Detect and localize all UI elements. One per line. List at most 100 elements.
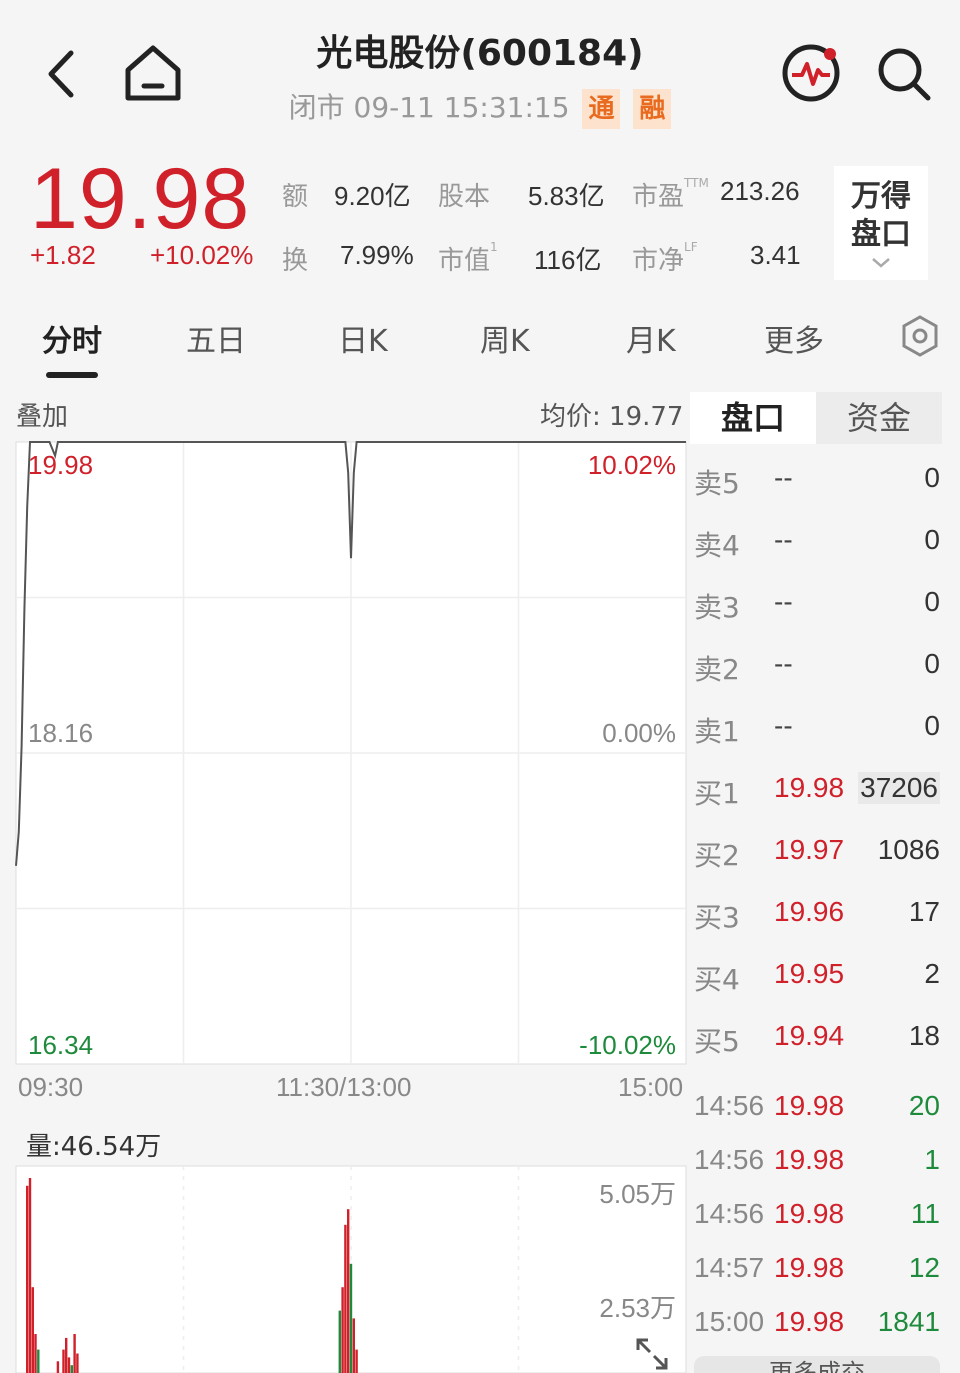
trade-time: 14:56 [694,1144,765,1175]
bid-row: 买5 19.94 18 [694,1020,940,1060]
stat-label-pe: 市盈TTM [632,176,709,213]
price-change: +1.82 [30,240,96,270]
y-axis-mid-label: 18.16 [28,718,94,748]
ask-qty: 0 [924,524,940,555]
ask-row: 卖3 -- 0 [694,586,940,626]
orderbook-tabs: 盘口 资金 [690,392,942,444]
intraday-chart[interactable] [0,430,690,1373]
time-label-midday: 11:30/13:00 [276,1072,412,1102]
expand-chart-button[interactable] [634,1336,670,1372]
volume-label: 量:46.54万 [26,1132,162,1162]
bid-price: 19.95 [774,958,845,989]
trade-price: 19.98 [774,1144,845,1175]
stat-label-amount: 额 [282,182,309,212]
volume-bar [341,1287,344,1373]
ask-label: 卖1 [694,715,740,748]
bid-price: 19.98 [774,772,845,803]
volume-bar [338,1310,341,1373]
stat-value-shares: 5.83亿 [528,181,605,211]
tab-intraday[interactable]: 分时 [42,316,102,360]
volume-bar [76,1353,79,1373]
search-button[interactable] [874,44,934,104]
bid-label: 买4 [694,963,740,996]
wind-button-line2: 盘口 [851,217,911,252]
bid-price: 19.97 [774,834,845,865]
pct-axis-mid-label: 0.00% [602,718,676,748]
trade-volume: 1 [924,1144,940,1175]
stat-label-turnover: 换 [282,246,309,276]
volume-bar [347,1209,350,1373]
ask-price: -- [774,524,793,555]
badge-rong[interactable]: 融 [633,89,672,129]
stat-label-pb-sup: LF [684,240,698,254]
tab-monthly-k[interactable]: 月K [626,316,676,360]
bid-row: 买4 19.95 2 [694,958,940,998]
tab-more[interactable]: 更多 [764,316,824,360]
volume-bar [70,1365,73,1373]
bid-row: 买1 19.98 37206 [694,772,940,812]
trade-time: 15:00 [694,1306,765,1337]
bid-qty: 1086 [877,834,940,865]
price-change-pct: +10.02% [150,240,254,270]
trade-volume: 20 [908,1090,940,1121]
alert-button[interactable] [780,42,842,104]
ask-label: 卖4 [694,529,740,562]
volume-bar [62,1349,65,1373]
stat-value-pe: 213.26 [720,176,800,206]
wind-button-line1: 万得 [851,179,911,214]
stat-value-mktcap: 116亿 [534,245,602,275]
chevron-down-icon [872,258,890,268]
bid-qty: 17 [908,896,940,927]
trade-volume: 11 [910,1198,940,1229]
trade-price: 19.98 [774,1198,845,1229]
ask-label: 卖2 [694,653,740,686]
tab-daily-k[interactable]: 日K [338,316,388,360]
tab-five-day[interactable]: 五日 [186,316,246,360]
badge-tong[interactable]: 通 [582,89,621,129]
volume-bar [355,1349,358,1373]
ask-row: 卖1 -- 0 [694,710,940,750]
stat-label-shares: 股本 [438,182,491,212]
volume-bar [349,1263,353,1373]
stat-value-pb: 3.41 [750,240,801,270]
bid-price: 19.96 [774,896,845,927]
trade-price: 19.98 [774,1090,845,1121]
expand-icon [636,1338,668,1370]
volume-bar [67,1357,71,1373]
tab-orderbook[interactable]: 盘口 [690,392,816,444]
time-label-close: 15:00 [618,1072,684,1102]
trade-row: 14:56 19.98 1 [694,1144,940,1184]
market-status-text: 闭市 09-11 15:31:15 [288,91,570,124]
volume-bar [37,1349,40,1373]
overlay-button[interactable]: 叠加 [16,396,68,433]
more-trades-button[interactable]: 更多成交 [694,1356,940,1373]
pulse-alert-icon [782,44,840,102]
trade-row: 14:57 19.98 12 [694,1252,940,1292]
tab-weekly-k[interactable]: 周K [480,316,530,360]
ask-row: 卖2 -- 0 [694,648,940,688]
trade-row: 15:00 19.98 1841 [694,1306,940,1346]
time-label-open: 09:30 [18,1072,84,1102]
chart-period-tabs: 分时 五日 日K 周K 月K 更多 [0,300,960,380]
trade-row: 14:56 19.98 20 [694,1090,940,1130]
volume-bar [56,1361,60,1373]
ask-price: -- [774,648,793,679]
ask-row: 卖5 -- 0 [694,462,940,502]
bid-row: 买2 19.97 1086 [694,834,940,874]
tab-capital-flow[interactable]: 资金 [816,392,942,444]
ask-price: -- [774,462,793,493]
wind-orderbook-button[interactable]: 万得 盘口 [834,166,928,280]
ask-label: 卖5 [694,467,740,500]
trade-row: 14:56 19.98 11 [694,1198,940,1238]
stat-value-amount: 9.20亿 [334,181,411,211]
bid-price: 19.94 [774,1020,845,1051]
stat-label-mktcap-text: 市值 [438,246,491,276]
chart-settings-button[interactable] [900,314,940,358]
trade-volume: 12 [908,1252,940,1283]
pct-axis-top-label: 10.02% [587,450,676,480]
volume-bar [28,1178,32,1373]
trade-price: 19.98 [774,1306,845,1337]
bid-qty: 37206 [858,772,940,804]
stat-value-turnover: 7.99% [340,240,414,270]
trade-volume: 1841 [877,1306,940,1337]
